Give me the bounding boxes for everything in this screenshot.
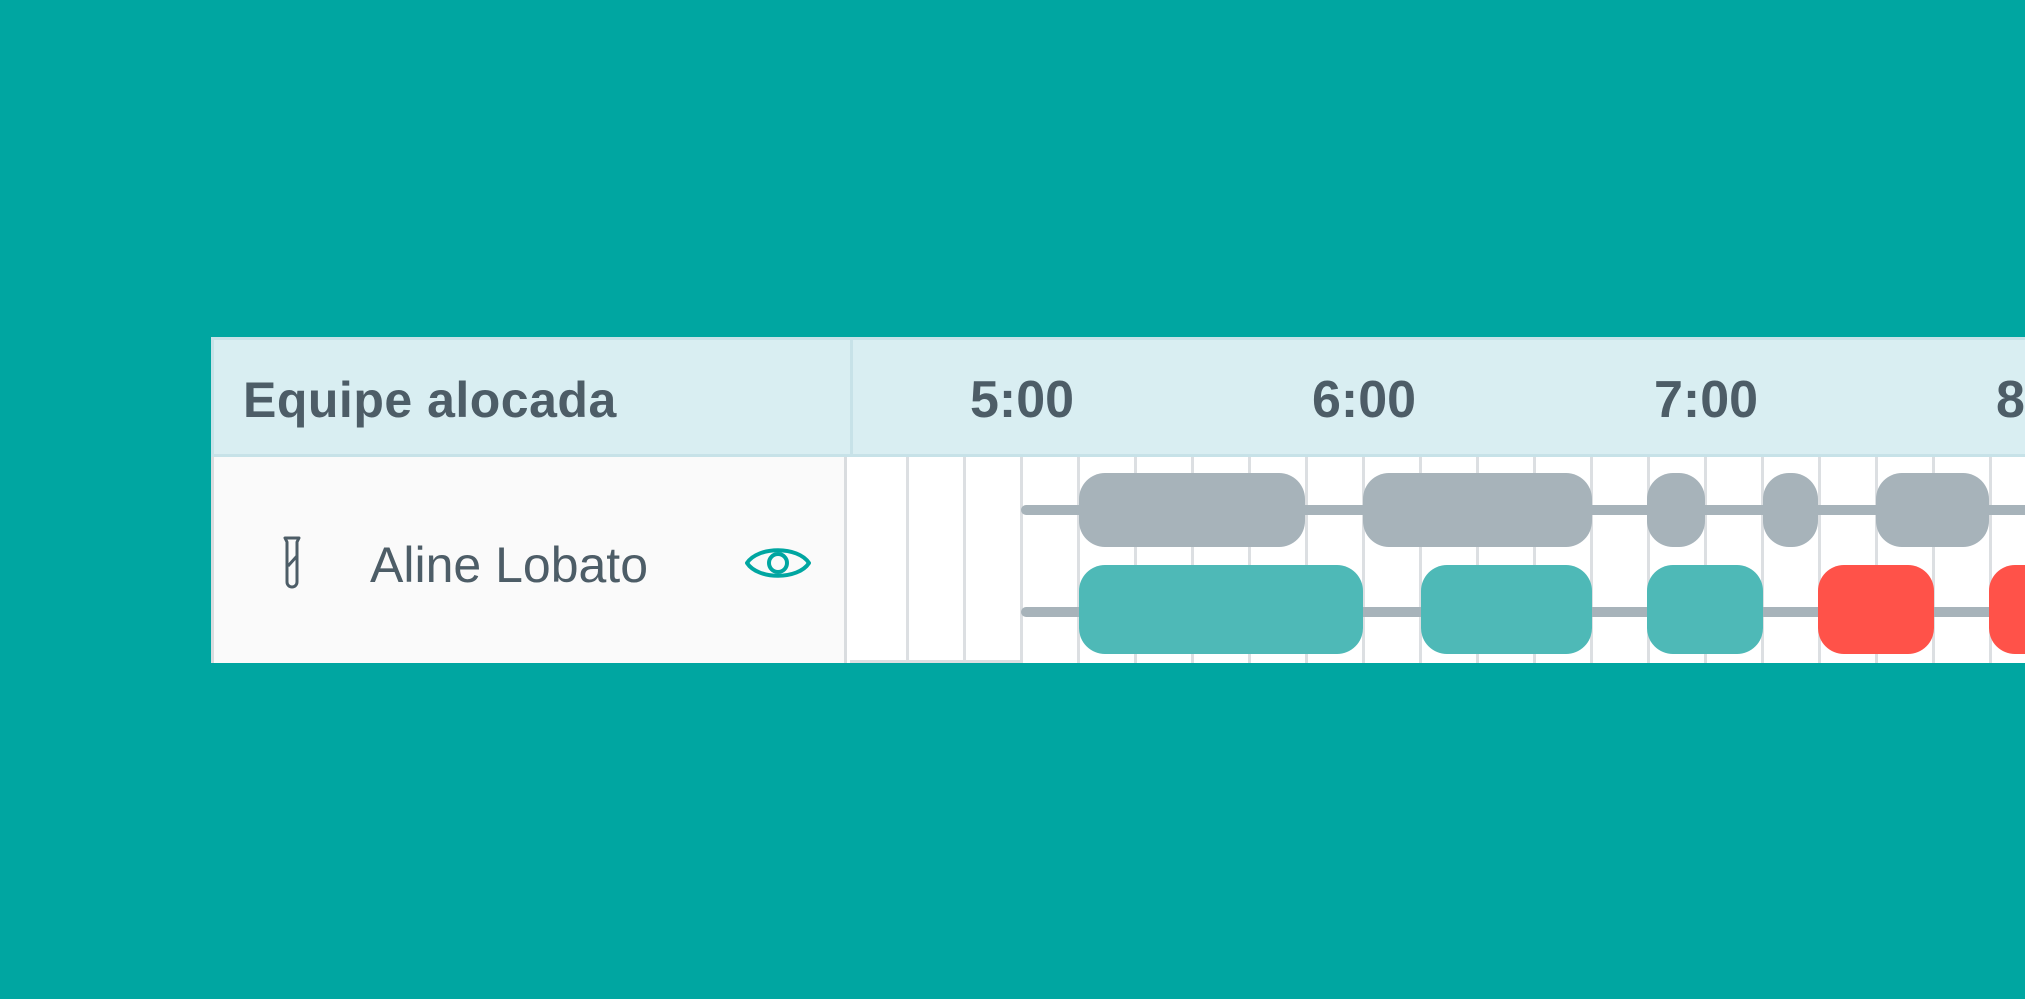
eye-icon[interactable]	[744, 541, 812, 585]
schedule-card: Equipe alocada 5:00 6:00 7:00 8:00 Aline…	[211, 337, 2025, 663]
planned-block-planned[interactable]	[1876, 473, 1989, 547]
grid-bottom-border	[850, 660, 1022, 663]
timeline-grid	[850, 457, 2025, 663]
header-divider	[850, 340, 853, 460]
schedule-header: Equipe alocada 5:00 6:00 7:00 8:00	[211, 337, 2025, 460]
planned-block-planned[interactable]	[1363, 473, 1593, 547]
test-tube-icon	[283, 536, 301, 589]
actual-block-alert[interactable]	[1817, 565, 1935, 654]
member-name: Aline Lobato	[370, 537, 649, 593]
actual-block-alert[interactable]	[1988, 565, 2025, 654]
actual-block-actual[interactable]	[1079, 565, 1363, 654]
actual-block-actual[interactable]	[1646, 565, 1764, 654]
team-member-row[interactable]: Aline Lobato	[211, 457, 847, 663]
planned-block-planned[interactable]	[1646, 473, 1705, 547]
time-label-6: 6:00	[1311, 371, 1417, 429]
actual-block-actual[interactable]	[1421, 565, 1593, 654]
team-title: Equipe alocada	[243, 372, 617, 428]
grid-line	[906, 457, 909, 663]
time-label-5: 5:00	[969, 371, 1075, 429]
planned-block-planned[interactable]	[1763, 473, 1818, 547]
grid-line	[1020, 457, 1023, 663]
grid-line	[963, 457, 966, 663]
time-label-7: 7:00	[1653, 371, 1759, 429]
time-label-8: 8:00	[1995, 371, 2025, 429]
planned-block-planned[interactable]	[1079, 473, 1305, 547]
